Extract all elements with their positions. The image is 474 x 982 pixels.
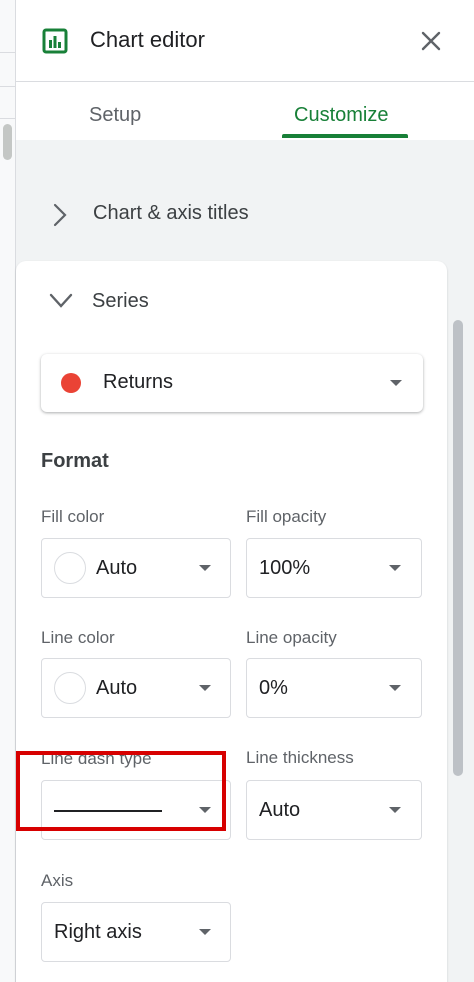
grid-line (0, 86, 16, 87)
dropdown-arrow-icon (389, 685, 401, 691)
line-color-label: Line color (41, 628, 115, 647)
panel-scrollbar[interactable] (453, 320, 463, 776)
fill-color-label: Fill color (41, 507, 105, 526)
dropdown-arrow-icon (390, 380, 402, 386)
color-swatch (54, 552, 86, 584)
panel-header: Chart editor (16, 0, 474, 82)
line-thickness-dropdown[interactable]: Auto (246, 780, 422, 840)
dropdown-arrow-icon (199, 565, 211, 571)
fill-opacity-label: Fill opacity (246, 507, 327, 526)
chevron-right-icon (53, 203, 67, 227)
format-heading: Format (41, 450, 109, 472)
fill-opacity-value: 100% (259, 557, 311, 579)
axis-value: Right axis (54, 921, 142, 943)
axis-highlight-box (16, 751, 226, 831)
line-thickness-value: Auto (259, 799, 301, 821)
tab-customize[interactable]: Customize (294, 104, 388, 127)
section-series[interactable]: Series (16, 261, 447, 341)
fill-opacity-dropdown[interactable]: 100% (246, 538, 422, 598)
grid-line (0, 118, 16, 119)
line-opacity-label: Line opacity (246, 628, 337, 647)
line-color-value: Auto (96, 677, 138, 699)
series-color-dot (61, 373, 81, 393)
axis-dropdown[interactable]: Right axis (41, 902, 231, 962)
grid-line (0, 52, 16, 53)
sheet-scroll-thumb[interactable] (3, 124, 12, 160)
customize-content: Chart & axis titles Series Returns Forma… (16, 140, 474, 982)
fill-color-value: Auto (96, 557, 138, 579)
line-thickness-label: Line thickness (246, 748, 354, 767)
editor-tabs: Setup Customize (16, 82, 474, 140)
chart-editor-panel: Chart editor Setup Customize Chart & axi… (16, 0, 474, 982)
section-label: Series (92, 290, 149, 312)
series-name: Returns (103, 371, 174, 393)
color-swatch (54, 672, 86, 704)
dropdown-arrow-icon (199, 929, 211, 935)
dropdown-arrow-icon (389, 565, 401, 571)
axis-label: Axis (41, 871, 74, 890)
dropdown-arrow-icon (199, 685, 211, 691)
tab-setup[interactable]: Setup (89, 104, 141, 127)
series-selector[interactable]: Returns (41, 354, 423, 412)
chart-icon (42, 28, 68, 54)
fill-color-dropdown[interactable]: Auto (41, 538, 231, 598)
chevron-down-icon (49, 293, 73, 308)
dropdown-arrow-icon (389, 807, 401, 813)
panel-title: Chart editor (90, 27, 205, 52)
line-color-dropdown[interactable]: Auto (41, 658, 231, 718)
section-chart-axis-titles[interactable]: Chart & axis titles (16, 180, 456, 250)
line-opacity-dropdown[interactable]: 0% (246, 658, 422, 718)
line-opacity-value: 0% (259, 677, 288, 699)
active-tab-indicator (282, 134, 408, 138)
spreadsheet-edge (0, 0, 16, 982)
section-label: Chart & axis titles (93, 202, 249, 224)
series-section-card: Series Returns Format Fill color Fill op… (16, 261, 447, 982)
close-icon[interactable] (418, 28, 444, 54)
